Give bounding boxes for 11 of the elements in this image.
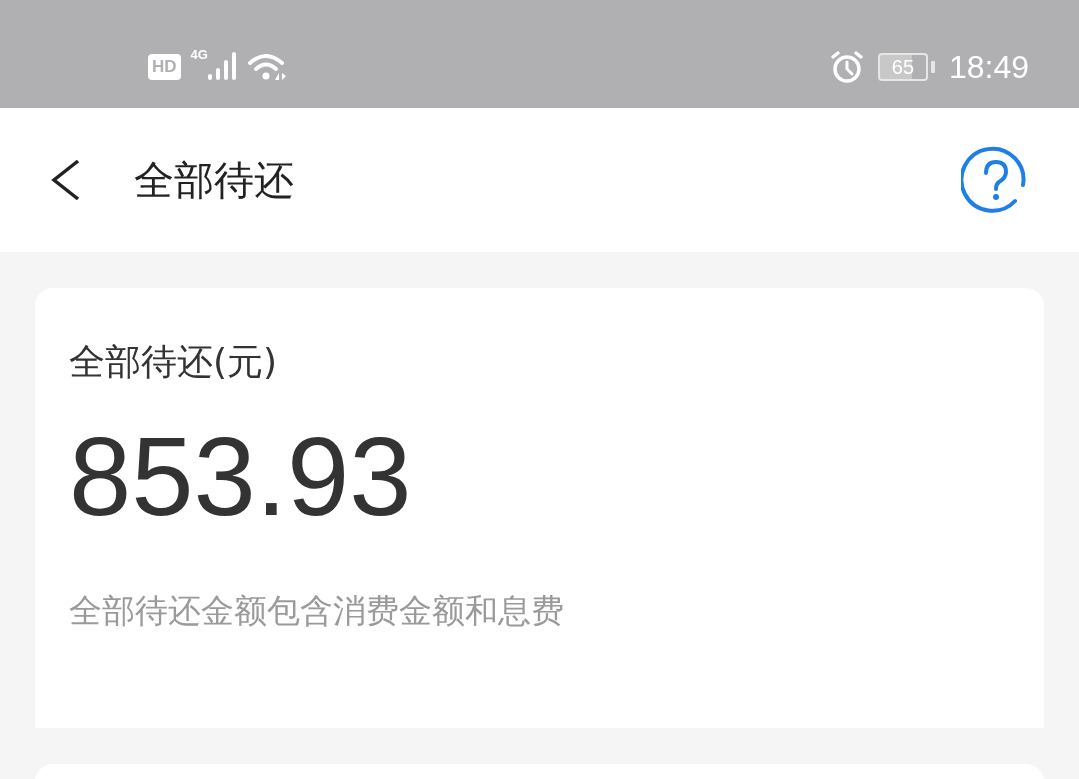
amount-note: 全部待还金额包含消费金额和息费 (69, 590, 565, 632)
battery-percentage: 65 (891, 55, 915, 79)
hd-indicator: HD (148, 54, 181, 80)
clock-time: 18:49 (948, 48, 1029, 86)
wifi-icon (247, 51, 288, 83)
signal-icon (207, 52, 238, 82)
network-type: 4G (190, 47, 208, 62)
alarm-icon (829, 50, 864, 84)
page-title: 全部待还 (134, 155, 295, 205)
amount-label: 全部待还(元) (69, 340, 279, 384)
amount-value: 853.93 (69, 421, 413, 533)
